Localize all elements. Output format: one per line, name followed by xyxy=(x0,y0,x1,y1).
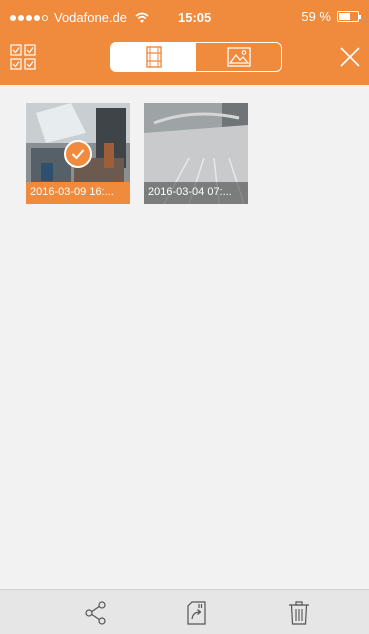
toolbar xyxy=(0,34,369,85)
media-grid-area: 2016-03-09 16:... 2016-03-04 07:... xyxy=(0,85,369,589)
signal-strength-icon xyxy=(10,14,48,21)
film-icon xyxy=(145,46,162,68)
trash-icon[interactable] xyxy=(286,600,312,626)
battery-icon xyxy=(337,11,361,22)
image-icon xyxy=(226,47,251,67)
media-item-1[interactable]: 2016-03-09 16:... xyxy=(26,103,130,204)
media-type-segmented-control xyxy=(110,42,282,72)
media-item-2[interactable]: 2016-03-04 07:... xyxy=(144,103,248,204)
status-bar: Vodafone.de 15:05 59 % xyxy=(0,0,369,34)
bottom-toolbar xyxy=(0,589,369,634)
photo-segment[interactable] xyxy=(196,43,281,71)
status-left: Vodafone.de xyxy=(10,10,149,25)
battery: 59 % xyxy=(301,9,361,24)
status-time: 15:05 xyxy=(178,10,212,25)
carrier-name: Vodafone.de xyxy=(54,10,128,25)
wifi-icon xyxy=(135,12,149,23)
video-segment[interactable] xyxy=(111,43,196,71)
media-item-caption: 2016-03-09 16:... xyxy=(26,182,130,204)
select-all-icon[interactable] xyxy=(10,44,36,70)
export-icon[interactable] xyxy=(184,600,210,626)
screen: Vodafone.de 15:05 59 % 2016-03-09 16:...… xyxy=(0,0,369,634)
header: Vodafone.de 15:05 59 % xyxy=(0,0,369,85)
media-item-caption: 2016-03-04 07:... xyxy=(144,182,248,204)
share-icon[interactable] xyxy=(83,600,109,626)
selected-check-icon xyxy=(64,140,92,168)
close-icon[interactable] xyxy=(339,46,361,68)
media-grid: 2016-03-09 16:... 2016-03-04 07:... xyxy=(26,103,248,204)
battery-percent: 59 % xyxy=(301,9,331,24)
